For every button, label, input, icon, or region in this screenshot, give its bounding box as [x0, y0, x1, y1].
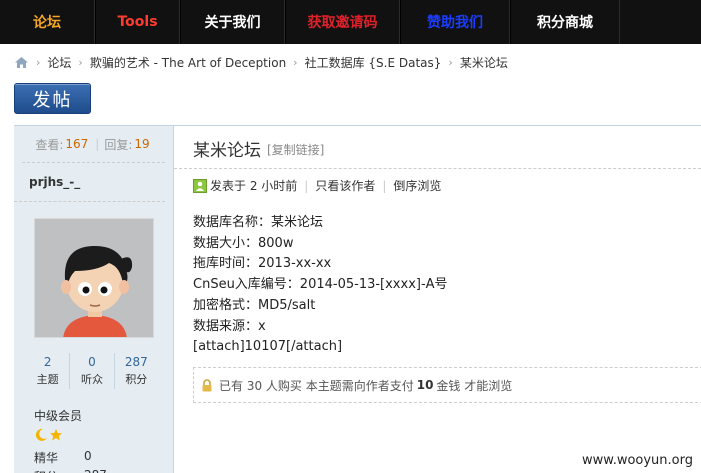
moon-icon [35, 428, 47, 441]
star-icon [50, 429, 62, 441]
nav-item-tools[interactable]: Tools [95, 0, 180, 44]
paid-notice-post[interactable]: 金钱 才能浏览 [436, 377, 512, 394]
breadcrumb-separator: › [293, 55, 298, 69]
post-line: 数据来源：x [193, 318, 266, 334]
post-body: 数据库名称：某米论坛 数据大小：800w 拖库时间：2013-xx-xx CnS… [193, 213, 448, 358]
reverse-order-link[interactable]: 倒序浏览 [393, 177, 441, 194]
thread-stats: 查看: 167 | 回复: 19 [22, 126, 165, 163]
top-nav: 论坛 Tools 关于我们 获取邀请码 赞助我们 积分商城 [0, 0, 701, 44]
replies-count: 19 [134, 137, 150, 151]
cartoon-avatar-icon [35, 219, 153, 337]
nav-filler [620, 0, 701, 44]
divider [174, 168, 701, 169]
count-listeners[interactable]: 0 听众 [69, 353, 113, 389]
breadcrumb-separator: › [78, 55, 83, 69]
post-line: 数据大小：800w [193, 235, 294, 251]
nav-item-points-mall[interactable]: 积分商城 [510, 0, 620, 44]
author-sidebar: 查看: 167 | 回复: 19 prjhs_-_ 2 主题 0 听众 287 … [14, 126, 174, 473]
thread-title: 某米论坛 [复制链接] [193, 136, 324, 161]
views-label: 查看: [35, 137, 64, 152]
watermark: www.wooyun.org [581, 453, 693, 468]
nav-item-forum[interactable]: 论坛 [0, 0, 95, 44]
author-counts: 2 主题 0 听众 287 积分 [26, 353, 158, 389]
nav-item-sponsor[interactable]: 赞助我们 [400, 0, 510, 44]
post-line: CnSeu入库编号：2014-05-13-[xxxx]-A号 [193, 277, 448, 293]
post-line: [attach]10107[/attach] [193, 339, 343, 355]
views-count: 167 [65, 137, 89, 151]
post-line: 拖库时间：2013-xx-xx [193, 256, 332, 272]
count-topics[interactable]: 2 主题 [26, 353, 69, 389]
breadcrumb-art-of-deception[interactable]: 欺骗的艺术 - The Art of Deception [90, 54, 286, 71]
copy-link[interactable]: [复制链接] [267, 143, 324, 157]
posted-time: 发表于 2 小时前 [210, 179, 298, 193]
avatar[interactable] [34, 218, 154, 338]
nav-item-invite-code[interactable]: 获取邀请码 [285, 0, 400, 44]
breadcrumb-separator: › [36, 55, 41, 69]
paid-amount: 10 [416, 378, 434, 392]
lock-icon [201, 378, 213, 392]
user-online-icon [193, 178, 207, 193]
home-icon[interactable] [14, 56, 29, 69]
new-post-button[interactable]: 发帖 [14, 83, 91, 114]
breadcrumb: › 论坛 › 欺骗的艺术 - The Art of Deception › 社工… [14, 53, 508, 71]
breadcrumb-forum[interactable]: 论坛 [47, 54, 71, 71]
post-line: 数据库名称：某米论坛 [193, 215, 324, 230]
post-line: 加密格式：MD5/salt [193, 297, 316, 313]
nav-item-about[interactable]: 关于我们 [180, 0, 285, 44]
breadcrumb-current[interactable]: 某米论坛 [460, 54, 508, 71]
thread-title-text: 某米论坛 [193, 141, 261, 161]
level-medals [34, 428, 63, 442]
post-meta: 发表于 2 小时前 | 只看该作者 | 倒序浏览 [193, 177, 441, 194]
stat-points: 积分 287 [34, 468, 107, 473]
stat-essence: 精华 0 [34, 449, 92, 465]
count-points[interactable]: 287 积分 [113, 353, 158, 389]
author-username[interactable]: prjhs_-_ [14, 163, 165, 202]
only-author-link[interactable]: 只看该作者 [315, 177, 375, 194]
breadcrumb-se-datas[interactable]: 社工数据库 {S.E Datas} [305, 54, 442, 71]
paid-content-notice: 已有 30 人购买 本主题需向作者支付 10 金钱 才能浏览 [193, 367, 701, 403]
paid-notice-pre: 已有 30 人购买 本主题需向作者支付 [219, 378, 414, 393]
breadcrumb-separator: › [448, 55, 453, 69]
member-level: 中级会员 [34, 409, 83, 423]
replies-label: 回复: [104, 137, 133, 152]
